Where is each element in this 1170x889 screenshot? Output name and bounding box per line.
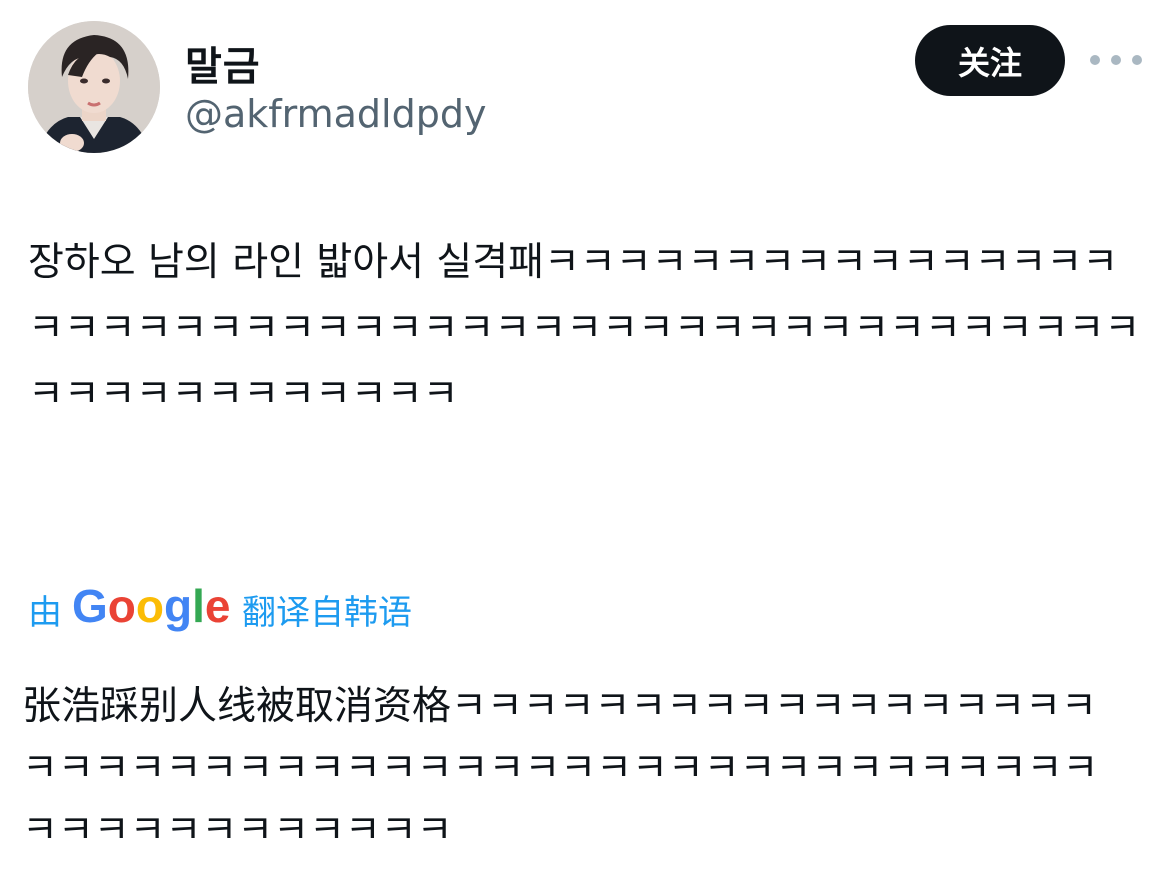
follow-button[interactable]: 关注 — [915, 25, 1065, 96]
tweet-text: 장하오 남의 라인 밟아서 실격패ㅋㅋㅋㅋㅋㅋㅋㅋㅋㅋㅋㅋㅋㅋㅋㅋㅋㅋㅋㅋㅋㅋㅋ… — [28, 240, 1141, 417]
translation-attribution[interactable]: 由 Google 翻译自韩语 — [28, 580, 412, 638]
more-dot — [1132, 55, 1142, 65]
avatar-image — [28, 21, 160, 153]
svg-text:Google: Google — [72, 580, 230, 632]
translation-language: 翻译自韩语 — [242, 592, 412, 633]
display-name[interactable]: 말금 — [185, 34, 261, 92]
google-logo: Google — [72, 580, 230, 632]
translated-text: 张浩踩别人线被取消资格ㅋㅋㅋㅋㅋㅋㅋㅋㅋㅋㅋㅋㅋㅋㅋㅋㅋㅋㅋㅋㅋㅋㅋㅋㅋㅋㅋㅋㅋ… — [22, 684, 1099, 853]
avatar[interactable] — [28, 21, 160, 153]
user-handle[interactable]: @akfrmadldpdy — [185, 92, 486, 136]
more-dot — [1111, 55, 1121, 65]
translation-prefix: 由 — [28, 592, 62, 633]
more-dot — [1090, 55, 1100, 65]
more-horizontal-icon[interactable] — [1090, 43, 1142, 77]
